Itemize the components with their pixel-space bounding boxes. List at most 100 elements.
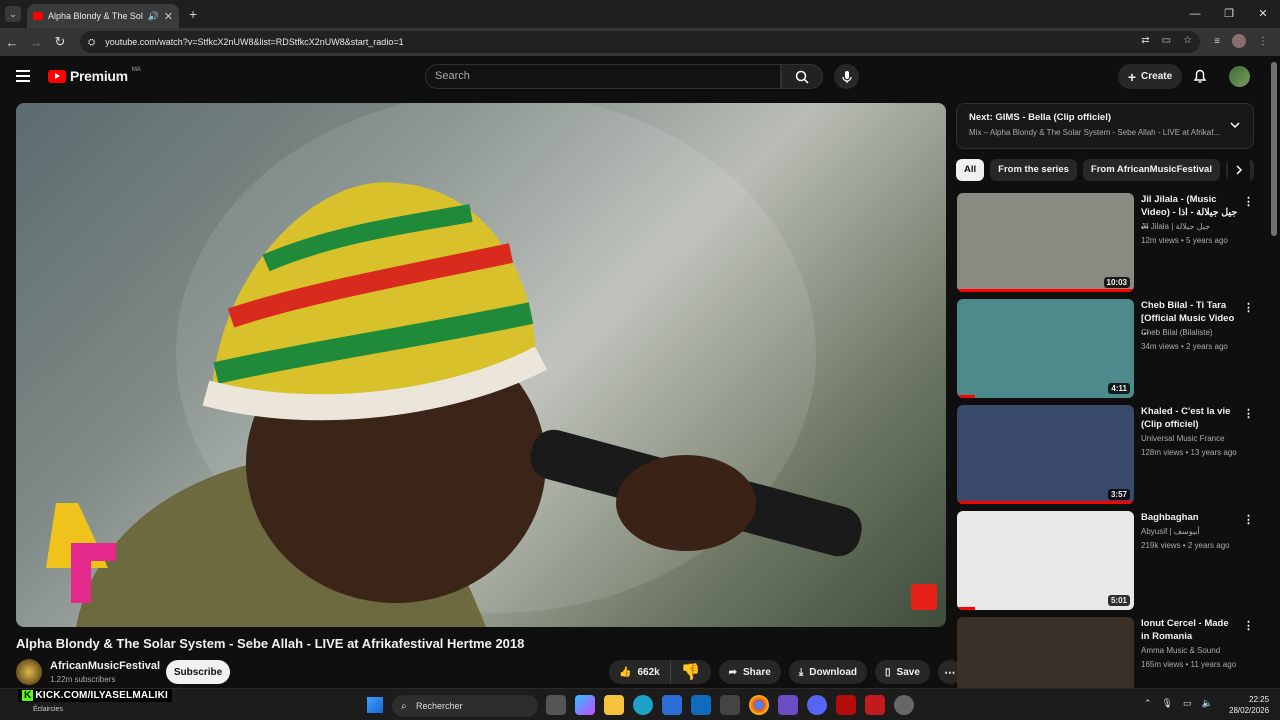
taskbar-clock[interactable]: 22:25 28/02/2026 [1229, 694, 1269, 716]
close-window-button[interactable]: ✕ [1246, 0, 1280, 28]
youtube-header: Premium MA Search + Create [0, 56, 1280, 100]
chips-next-button[interactable] [1228, 159, 1250, 181]
media-app-icon[interactable] [865, 695, 885, 715]
menu-hamburger-icon[interactable] [16, 70, 30, 82]
profile-avatar[interactable] [1232, 34, 1246, 48]
discord-icon[interactable] [807, 695, 827, 715]
recommendation-title[interactable]: Baghbaghan [1141, 511, 1239, 524]
save-button[interactable]: ▯ Save [875, 660, 930, 684]
recommendation-item[interactable]: 4:11 Cheb Bilal - Ti Tara [Official Music… [957, 299, 1257, 399]
account-avatar[interactable] [1229, 66, 1250, 87]
recommendation-channel[interactable]: Amma Music & Sound [1141, 646, 1220, 655]
tab-search-icon[interactable]: ≡ [1214, 36, 1220, 47]
mic-tray-icon[interactable]: 🎙 [1162, 698, 1173, 709]
subscribe-button[interactable]: Subscribe [166, 660, 230, 684]
video-title: Alpha Blondy & The Solar System - Sebe A… [16, 636, 525, 651]
game-controller-icon[interactable] [778, 695, 798, 715]
video-thumbnail[interactable]: 4:11 [957, 299, 1134, 398]
recommendation-channel[interactable]: Universal Music France [1141, 434, 1225, 443]
video-thumbnail[interactable]: 3:57 [957, 405, 1134, 504]
settings-gear-icon[interactable] [894, 695, 914, 715]
chevron-down-icon[interactable] [1229, 119, 1241, 131]
share-button[interactable]: ➦ Share [718, 660, 781, 684]
logo-text: Premium [70, 68, 128, 84]
video-thumbnail[interactable]: 10:03 [957, 193, 1134, 292]
voice-search-button[interactable] [834, 64, 859, 89]
page-scrollbar[interactable] [1271, 62, 1277, 236]
more-vertical-icon[interactable]: ⋮ [1243, 407, 1254, 420]
forward-arrow-icon[interactable]: → [24, 35, 48, 50]
recommendation-channel[interactable]: Jil Jilala | جيل جيلالة [1141, 222, 1210, 231]
tab-search-button[interactable]: ⌄ [5, 6, 21, 22]
recommendation-meta: 219k views • 2 years ago [1141, 541, 1230, 550]
reload-icon[interactable]: ↻ [48, 34, 72, 50]
more-vertical-icon[interactable]: ⋮ [1243, 301, 1254, 314]
more-vertical-icon[interactable]: ⋮ [1243, 513, 1254, 526]
bookmark-icon: ▯ [885, 666, 891, 678]
system-tray: ⌃ 🎙 ▭ 🔈 [1144, 698, 1213, 709]
back-arrow-icon[interactable]: ← [0, 35, 24, 50]
recommendation-channel[interactable]: Cheb Bilal (Bilaliste) [1141, 328, 1213, 337]
menu-dots-icon[interactable]: ⋮ [1258, 36, 1268, 47]
dislike-button[interactable]: 👎 [671, 660, 711, 684]
volume-icon[interactable]: 🔈 [1202, 698, 1213, 709]
recommendation-channel[interactable]: Abyusif | أبيوسف [1141, 527, 1200, 536]
network-icon[interactable]: ▭ [1183, 698, 1192, 709]
recommendation-item[interactable]: 3:57 Khaled - C'est la vie (Clip officiel… [957, 405, 1257, 505]
video-player[interactable] [16, 103, 946, 627]
channel-avatar[interactable] [16, 659, 42, 685]
chip-from-channel[interactable]: From AfricanMusicFestival [1082, 159, 1220, 181]
translate-icon[interactable]: ⇄ [1141, 35, 1149, 46]
taskbar-search[interactable]: ⌕ Rechercher [392, 695, 538, 717]
duration-badge: 10:03 [1103, 277, 1130, 288]
task-view-icon[interactable] [546, 695, 566, 715]
maximize-button[interactable]: ❐ [1212, 0, 1246, 28]
url-text: youtube.com/watch?v=StfkcX2nUW8&list=RDS… [105, 37, 404, 47]
up-next-card[interactable]: Next: GIMS - Bella (Clip officiel) Mix –… [956, 103, 1254, 149]
tray-arrow-icon[interactable]: ⌃ [1144, 698, 1152, 709]
youtube-premium-logo[interactable]: Premium MA [48, 67, 141, 84]
outlook-icon[interactable] [691, 695, 711, 715]
channel-name[interactable]: AfricanMusicFestival [50, 660, 160, 672]
notifications-button[interactable] [1193, 68, 1207, 89]
search-input[interactable]: Search [425, 64, 781, 89]
url-field[interactable]: ⛭ youtube.com/watch?v=StfkcX2nUW8&list=R… [80, 31, 1200, 53]
store-icon[interactable] [662, 695, 682, 715]
recommendation-title[interactable]: Khaled - C'est la vie (Clip officiel) [1141, 405, 1239, 431]
thumbs-up-icon: 👍 [619, 666, 632, 678]
chip-all[interactable]: All [956, 159, 985, 181]
create-button[interactable]: + Create [1118, 64, 1182, 89]
adobe-icon[interactable] [836, 695, 856, 715]
microphone-icon [841, 70, 852, 83]
recommendation-meta: 128m views • 13 years ago [1141, 448, 1237, 457]
recommendation-item[interactable]: 5:01 Baghbaghan Abyusif | أبيوسف 219k views… [957, 511, 1257, 611]
close-tab-icon[interactable]: ✕ [164, 10, 173, 23]
window-controls: — ❐ ✕ [1178, 0, 1280, 28]
app-icon[interactable] [720, 695, 740, 715]
chip-from-series[interactable]: From the series [990, 159, 1077, 181]
more-vertical-icon[interactable]: ⋮ [1243, 195, 1254, 208]
like-button[interactable]: 👍 662k [609, 660, 671, 684]
minimize-button[interactable]: — [1178, 0, 1212, 28]
share-label: Share [743, 666, 771, 678]
file-explorer-icon[interactable] [604, 695, 624, 715]
site-info-icon[interactable]: ⛭ [88, 37, 95, 48]
browser-tab[interactable]: Alpha Blondy & The Solar S 🔊 ✕ [27, 4, 179, 28]
more-vertical-icon[interactable]: ⋮ [1243, 619, 1254, 632]
recommendation-title[interactable]: Ionut Cercel - Made in Romania [1141, 617, 1239, 643]
video-thumbnail[interactable]: 5:01 [957, 511, 1134, 610]
search-icon: ⌕ [401, 700, 407, 712]
clock-date: 28/02/2026 [1229, 706, 1270, 715]
download-button[interactable]: ⤓ Download [788, 660, 868, 684]
duration-badge: 5:01 [1107, 595, 1130, 606]
video-actions: 👍 662k 👎 ➦ Share ⤓ Download ▯ Save ⋯ [609, 660, 962, 684]
chrome-icon[interactable] [749, 695, 769, 715]
windows-start-icon[interactable] [367, 697, 383, 713]
copilot-icon[interactable] [575, 695, 595, 715]
bookmark-star-icon[interactable]: ☆ [1183, 35, 1192, 46]
recommendation-item[interactable]: 10:03 Jil Jilala - (Music Video) - جيل جي… [957, 193, 1257, 293]
edge-icon[interactable] [633, 695, 653, 715]
new-tab-button[interactable]: + [189, 6, 197, 22]
cast-icon[interactable]: ▭ [1162, 35, 1171, 46]
search-button[interactable] [781, 64, 823, 89]
